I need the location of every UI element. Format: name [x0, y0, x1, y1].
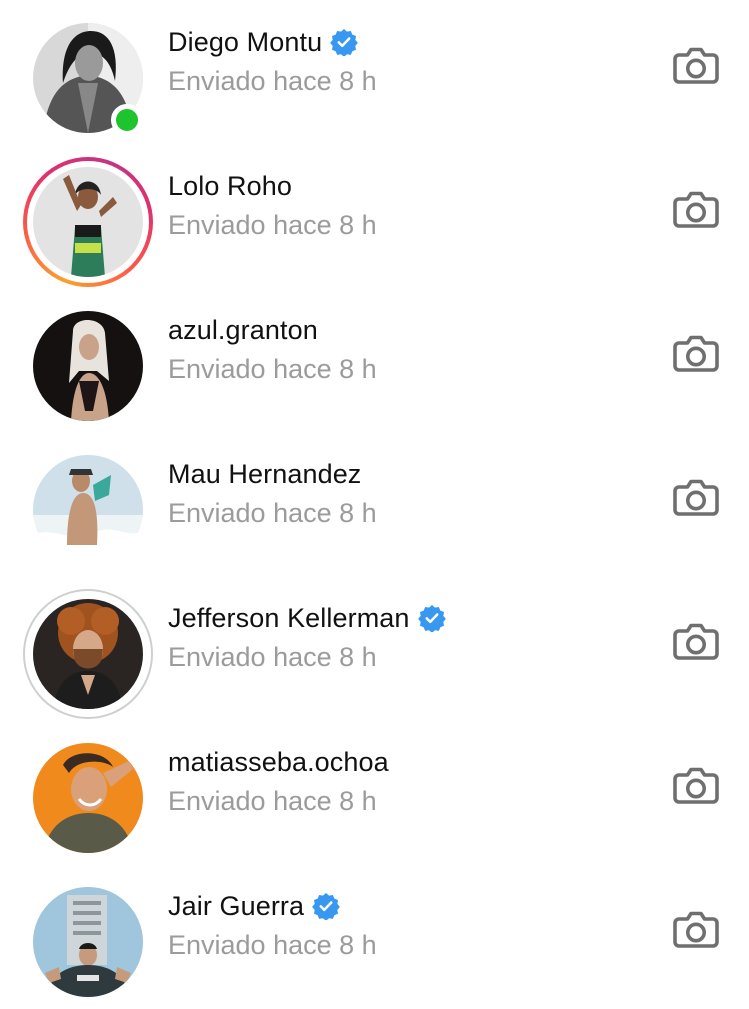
camera-icon[interactable] [671, 184, 721, 234]
avatar[interactable] [23, 301, 153, 431]
camera-icon[interactable] [671, 40, 721, 90]
camera-icon[interactable] [671, 472, 721, 522]
username: Jefferson Kellerman [168, 602, 410, 633]
thread-row[interactable]: Mau Hernandez Enviado hace 8 h [0, 432, 749, 576]
message-status: Enviado hace 8 h [168, 210, 377, 240]
thread-name-line: Jefferson Kellerman [168, 600, 446, 636]
camera-icon[interactable] [671, 328, 721, 378]
profile-photo [33, 455, 143, 565]
thread-name-line: Mau Hernandez [168, 456, 361, 492]
camera-icon[interactable] [671, 760, 721, 810]
thread-row[interactable]: Diego Montu Enviado hace 8 h [0, 0, 749, 144]
thread-name-line: Lolo Roho [168, 168, 292, 204]
message-thread-list: Diego Montu Enviado hace 8 h Lolo Roho E… [0, 0, 749, 1009]
thread-row[interactable]: Jefferson Kellerman Enviado hace 8 h [0, 576, 749, 720]
verified-badge-icon [418, 604, 446, 632]
camera-icon[interactable] [671, 616, 721, 666]
thread-name-line: matiasseba.ochoa [168, 744, 389, 780]
thread-name-line: azul.granton [168, 312, 318, 348]
thread-row[interactable]: Jair Guerra Enviado hace 8 h [0, 864, 749, 1008]
avatar[interactable] [23, 589, 153, 719]
thread-name-line: Diego Montu [168, 24, 358, 60]
verified-badge-icon [312, 892, 340, 920]
message-status: Enviado hace 8 h [168, 930, 377, 960]
username: matiasseba.ochoa [168, 746, 389, 777]
thread-row[interactable]: Lolo Roho Enviado hace 8 h [0, 144, 749, 288]
avatar[interactable] [23, 157, 153, 287]
username: Mau Hernandez [168, 458, 362, 489]
message-status: Enviado hace 8 h [168, 66, 377, 96]
avatar[interactable] [23, 445, 153, 575]
username: Lolo Roho [168, 170, 292, 201]
avatar[interactable] [23, 13, 153, 143]
thread-name-line: Jair Guerra [168, 888, 340, 924]
profile-photo [33, 311, 143, 421]
profile-photo [33, 599, 143, 709]
profile-photo [33, 887, 143, 997]
message-status: Enviado hace 8 h [168, 642, 377, 672]
username: Jair Guerra [168, 890, 305, 921]
thread-row[interactable]: matiasseba.ochoa Enviado hace 8 h [0, 720, 749, 864]
message-status: Enviado hace 8 h [168, 498, 377, 528]
message-status: Enviado hace 8 h [168, 786, 377, 816]
thread-row[interactable]: azul.granton Enviado hace 8 h [0, 288, 749, 432]
online-status-dot [111, 104, 143, 136]
profile-photo [33, 743, 143, 853]
username: Diego Montu [168, 26, 323, 57]
verified-badge-icon [330, 28, 358, 56]
avatar[interactable] [23, 877, 153, 1007]
profile-photo [33, 167, 143, 277]
avatar[interactable] [23, 733, 153, 863]
message-status: Enviado hace 8 h [168, 354, 377, 384]
username: azul.granton [168, 314, 318, 345]
camera-icon[interactable] [671, 904, 721, 954]
